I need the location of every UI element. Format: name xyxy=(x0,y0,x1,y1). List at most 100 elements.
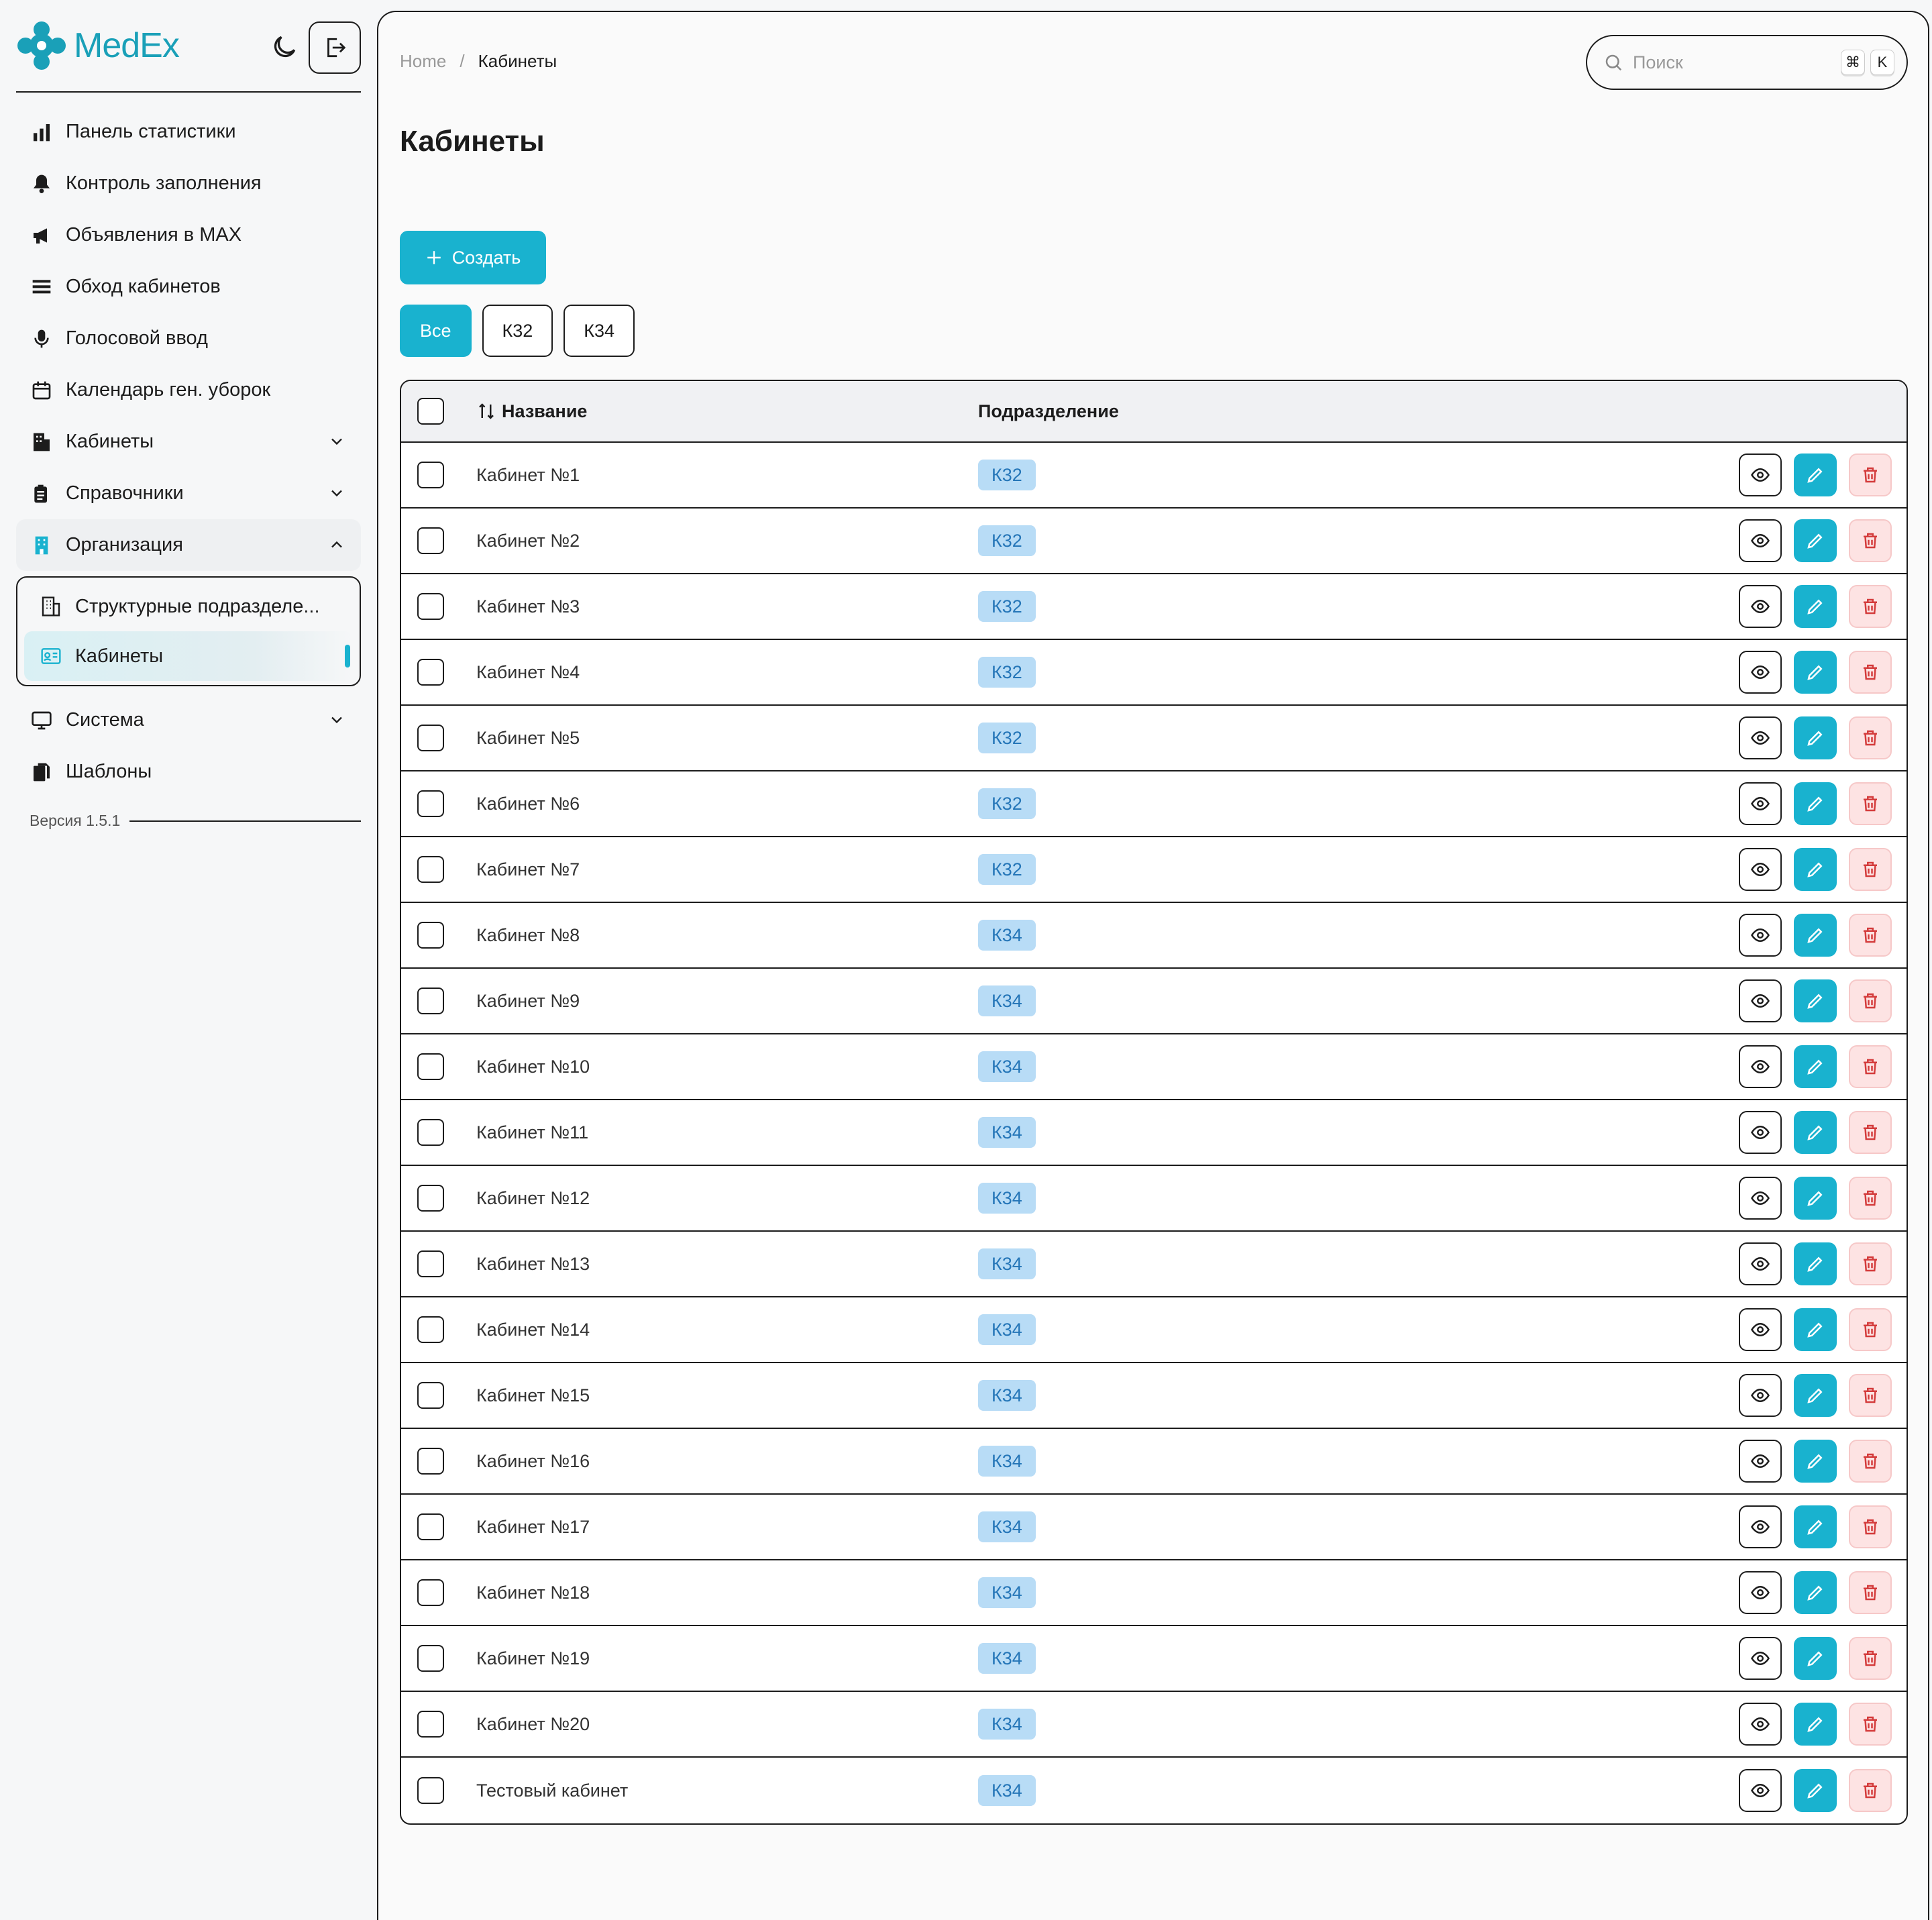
view-button[interactable] xyxy=(1739,1242,1782,1285)
select-all-checkbox[interactable] xyxy=(417,398,444,425)
view-button[interactable] xyxy=(1739,1505,1782,1548)
column-name-header[interactable]: Название xyxy=(476,401,587,422)
row-checkbox[interactable] xyxy=(417,659,444,686)
edit-button[interactable] xyxy=(1794,1242,1837,1285)
filter-k32[interactable]: К32 xyxy=(482,305,553,357)
edit-button[interactable] xyxy=(1794,1308,1837,1351)
sidebar-item-calendar[interactable]: Календарь ген. уборок xyxy=(16,364,361,416)
row-checkbox[interactable] xyxy=(417,988,444,1014)
search-input[interactable]: Поиск ⌘ K xyxy=(1586,35,1908,90)
row-checkbox[interactable] xyxy=(417,1185,444,1212)
delete-button[interactable] xyxy=(1849,1374,1892,1417)
submenu-item-departments[interactable]: Структурные подразделе... xyxy=(24,582,353,631)
delete-button[interactable] xyxy=(1849,782,1892,825)
row-checkbox[interactable] xyxy=(417,922,444,949)
view-button[interactable] xyxy=(1739,1177,1782,1220)
row-checkbox[interactable] xyxy=(417,1448,444,1475)
sidebar-item-announcements[interactable]: Объявления в MAX xyxy=(16,209,361,261)
row-checkbox[interactable] xyxy=(417,1316,444,1343)
row-checkbox[interactable] xyxy=(417,1250,444,1277)
edit-button[interactable] xyxy=(1794,1111,1837,1154)
delete-button[interactable] xyxy=(1849,1045,1892,1088)
view-button[interactable] xyxy=(1739,454,1782,496)
sidebar-item-rounds[interactable]: Обход кабинетов xyxy=(16,261,361,313)
view-button[interactable] xyxy=(1739,1637,1782,1680)
sidebar-item-system[interactable]: Система xyxy=(16,694,361,746)
edit-button[interactable] xyxy=(1794,454,1837,496)
delete-button[interactable] xyxy=(1849,1571,1892,1614)
delete-button[interactable] xyxy=(1849,914,1892,957)
view-button[interactable] xyxy=(1739,651,1782,694)
view-button[interactable] xyxy=(1739,585,1782,628)
view-button[interactable] xyxy=(1739,914,1782,957)
delete-button[interactable] xyxy=(1849,1440,1892,1483)
row-checkbox[interactable] xyxy=(417,527,444,554)
edit-button[interactable] xyxy=(1794,1769,1837,1812)
view-button[interactable] xyxy=(1739,1571,1782,1614)
sidebar-item-organization[interactable]: Организация xyxy=(16,519,361,571)
row-checkbox[interactable] xyxy=(417,725,444,751)
edit-button[interactable] xyxy=(1794,914,1837,957)
edit-button[interactable] xyxy=(1794,1637,1837,1680)
delete-button[interactable] xyxy=(1849,1111,1892,1154)
delete-button[interactable] xyxy=(1849,1703,1892,1746)
delete-button[interactable] xyxy=(1849,454,1892,496)
view-button[interactable] xyxy=(1739,1045,1782,1088)
sidebar-item-templates[interactable]: Шаблоны xyxy=(16,746,361,798)
edit-button[interactable] xyxy=(1794,1440,1837,1483)
delete-button[interactable] xyxy=(1849,651,1892,694)
delete-button[interactable] xyxy=(1849,1637,1892,1680)
moon-icon[interactable] xyxy=(270,32,299,62)
filter-all[interactable]: Все xyxy=(400,305,472,357)
sidebar-item-cabinets[interactable]: Кабинеты xyxy=(16,416,361,468)
edit-button[interactable] xyxy=(1794,519,1837,562)
logout-button[interactable] xyxy=(309,21,361,74)
edit-button[interactable] xyxy=(1794,1703,1837,1746)
edit-button[interactable] xyxy=(1794,651,1837,694)
delete-button[interactable] xyxy=(1849,1769,1892,1812)
edit-button[interactable] xyxy=(1794,1045,1837,1088)
view-button[interactable] xyxy=(1739,848,1782,891)
delete-button[interactable] xyxy=(1849,848,1892,891)
edit-button[interactable] xyxy=(1794,716,1837,759)
view-button[interactable] xyxy=(1739,1308,1782,1351)
view-button[interactable] xyxy=(1739,1374,1782,1417)
edit-button[interactable] xyxy=(1794,585,1837,628)
view-button[interactable] xyxy=(1739,782,1782,825)
row-checkbox[interactable] xyxy=(417,1053,444,1080)
delete-button[interactable] xyxy=(1849,585,1892,628)
row-checkbox[interactable] xyxy=(417,790,444,817)
sidebar-item-fill-control[interactable]: Контроль заполнения xyxy=(16,158,361,209)
edit-button[interactable] xyxy=(1794,1571,1837,1614)
view-button[interactable] xyxy=(1739,519,1782,562)
view-button[interactable] xyxy=(1739,1703,1782,1746)
delete-button[interactable] xyxy=(1849,716,1892,759)
row-checkbox[interactable] xyxy=(417,1382,444,1409)
sidebar-item-voice-input[interactable]: Голосовой ввод xyxy=(16,313,361,364)
breadcrumb-home[interactable]: Home xyxy=(400,51,446,72)
edit-button[interactable] xyxy=(1794,1177,1837,1220)
view-button[interactable] xyxy=(1739,979,1782,1022)
delete-button[interactable] xyxy=(1849,1308,1892,1351)
row-checkbox[interactable] xyxy=(417,1119,444,1146)
delete-button[interactable] xyxy=(1849,1242,1892,1285)
row-checkbox[interactable] xyxy=(417,462,444,488)
edit-button[interactable] xyxy=(1794,782,1837,825)
column-division-header[interactable]: Подразделение xyxy=(978,401,1119,422)
view-button[interactable] xyxy=(1739,1769,1782,1812)
sidebar-item-directories[interactable]: Справочники xyxy=(16,468,361,519)
sidebar-item-statistics[interactable]: Панель статистики xyxy=(16,106,361,158)
row-checkbox[interactable] xyxy=(417,1711,444,1738)
edit-button[interactable] xyxy=(1794,1374,1837,1417)
row-checkbox[interactable] xyxy=(417,856,444,883)
edit-button[interactable] xyxy=(1794,848,1837,891)
submenu-item-cabinets[interactable]: Кабинеты xyxy=(24,631,353,681)
edit-button[interactable] xyxy=(1794,1505,1837,1548)
row-checkbox[interactable] xyxy=(417,1645,444,1672)
view-button[interactable] xyxy=(1739,1111,1782,1154)
create-button[interactable]: Создать xyxy=(400,231,546,284)
view-button[interactable] xyxy=(1739,716,1782,759)
delete-button[interactable] xyxy=(1849,519,1892,562)
row-checkbox[interactable] xyxy=(417,1513,444,1540)
edit-button[interactable] xyxy=(1794,979,1837,1022)
